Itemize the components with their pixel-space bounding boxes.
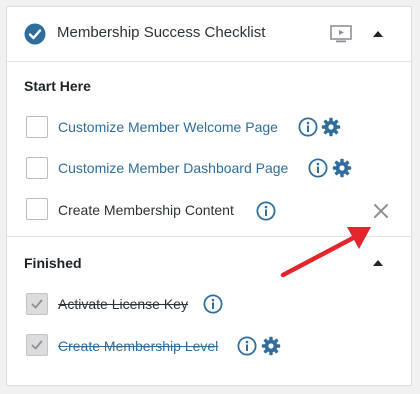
info-icon[interactable]	[256, 201, 276, 221]
check-circle-icon	[24, 23, 46, 45]
section-title-start-here: Start Here	[24, 78, 91, 94]
item-link-dashboard-page[interactable]: Customize Member Dashboard Page	[58, 160, 288, 176]
item-label-membership-content: Create Membership Content	[58, 202, 234, 218]
annotation-arrow-icon	[280, 227, 371, 278]
checkmark-icon	[31, 340, 43, 350]
item-checkbox[interactable]	[26, 157, 48, 179]
info-icon[interactable]	[308, 158, 328, 178]
checklist-panel: Membership Success Checklist Start Here …	[6, 6, 412, 386]
gear-icon[interactable]	[332, 158, 352, 178]
item-checkbox[interactable]	[26, 198, 48, 220]
checkmark-icon	[31, 299, 43, 309]
item-checkbox-checked[interactable]	[26, 334, 48, 356]
item-checkbox[interactable]	[26, 116, 48, 138]
gear-icon[interactable]	[261, 336, 281, 356]
section-title-finished: Finished	[24, 255, 82, 271]
checklist-header[interactable]: Membership Success Checklist	[7, 7, 411, 62]
info-icon[interactable]	[298, 117, 318, 137]
item-checkbox-checked[interactable]	[26, 293, 48, 315]
info-icon[interactable]	[203, 294, 223, 314]
checklist-title: Membership Success Checklist	[57, 24, 266, 41]
screen-icon[interactable]	[330, 25, 352, 43]
item-link-welcome-page[interactable]: Customize Member Welcome Page	[58, 119, 278, 135]
collapse-caret-icon[interactable]	[373, 31, 383, 37]
gear-icon[interactable]	[321, 117, 341, 137]
item-link-membership-level[interactable]: Create Membership Level	[58, 338, 218, 354]
info-icon[interactable]	[237, 336, 257, 356]
item-label-license-key: Activate License Key	[58, 296, 188, 312]
